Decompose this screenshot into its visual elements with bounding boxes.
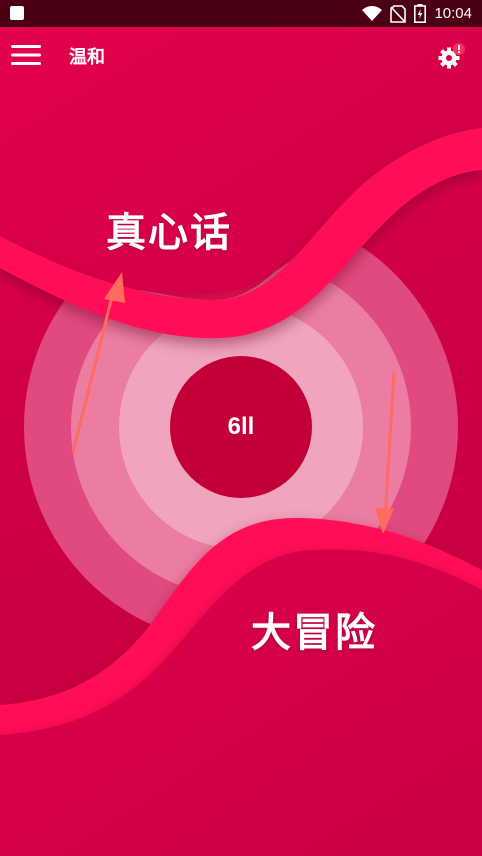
status-icons: 10:04 <box>362 3 472 24</box>
status-bar: 10:04 <box>0 0 482 27</box>
app-screen: 10:04 温和 真心话 大冒险 6ll <box>0 0 482 856</box>
dare-button[interactable]: 大冒险 <box>251 600 377 658</box>
no-sim-icon <box>390 4 407 23</box>
app-bar: 温和 <box>0 27 482 83</box>
stop-square-icon <box>10 6 24 20</box>
battery-charging-icon <box>414 4 427 23</box>
center-count[interactable]: 6ll <box>171 357 311 497</box>
wifi-icon <box>362 5 383 21</box>
gear-alert-icon <box>438 43 465 69</box>
menu-button[interactable] <box>8 39 44 71</box>
hamburger-menu-icon <box>11 45 41 65</box>
settings-button[interactable] <box>438 41 468 71</box>
mode-label[interactable]: 温和 <box>69 43 105 69</box>
status-time: 10:04 <box>434 5 472 22</box>
truth-button[interactable]: 真心话 <box>106 200 232 258</box>
